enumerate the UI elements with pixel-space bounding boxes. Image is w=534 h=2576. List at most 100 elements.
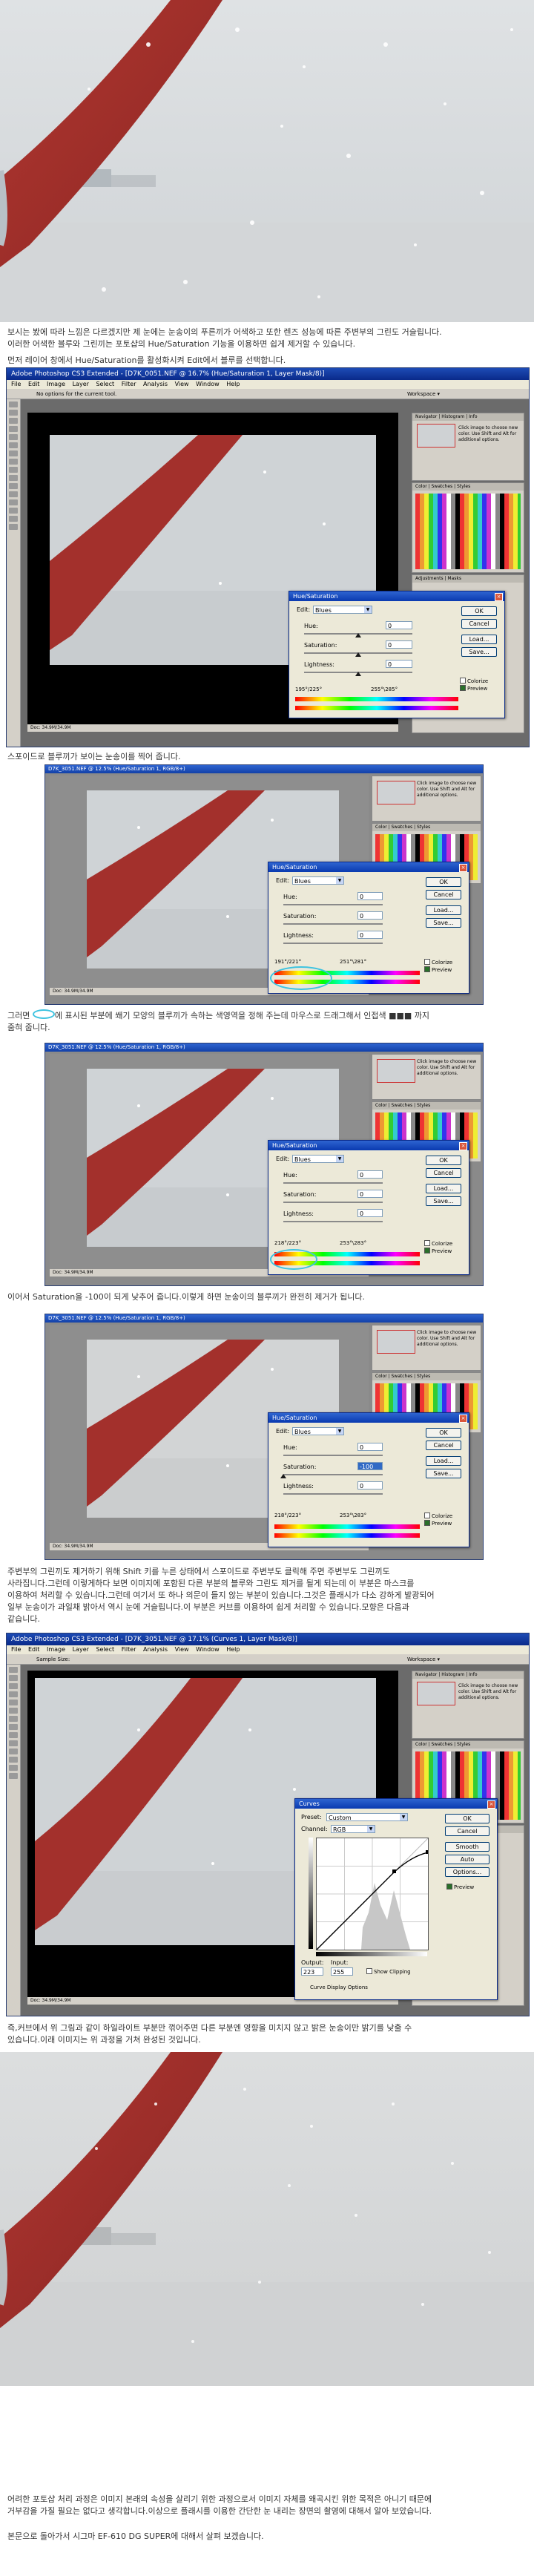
channel-select[interactable]: RGB ▼ [331,1825,375,1833]
zoom-tool-icon[interactable] [9,1773,18,1779]
hue-slider-3[interactable] [283,1182,383,1184]
swatches-tabs-3[interactable]: Color | Swatches | Styles [372,1102,481,1110]
menu-image[interactable]: Image [47,381,65,387]
edit-select-2[interactable]: Blues ▼ [292,876,344,885]
hue-field[interactable]: 0 [386,621,412,629]
move-tool-icon[interactable] [9,1667,18,1673]
preview-checkbox[interactable]: Preview [460,685,487,692]
brush-tool-icon[interactable] [9,1716,18,1722]
close-icon[interactable]: × [487,1800,495,1809]
menu-window-5[interactable]: Window [196,1646,220,1653]
curves-cancel-button[interactable]: Cancel [445,1826,490,1836]
navigator-thumbnail-2[interactable] [377,781,415,804]
swatches-tabs[interactable]: Color | Swatches | Styles [412,483,524,491]
edit-select-4[interactable]: Blues ▼ [292,1427,344,1435]
output-field[interactable]: 223 [301,1967,323,1976]
smooth-button[interactable]: Smooth [445,1842,490,1852]
save-button-3[interactable]: Save... [426,1196,461,1206]
type-tool-icon[interactable] [9,1757,18,1763]
navigator-thumbnail-3[interactable] [377,1059,415,1083]
ok-button[interactable]: OK [461,606,497,616]
menu-help-5[interactable]: Help [226,1646,240,1653]
preview-checkbox-4[interactable]: Preview [424,1520,452,1527]
hand-tool-icon[interactable] [9,516,18,522]
hue-slider-2[interactable] [283,904,383,905]
close-icon[interactable]: × [495,593,503,601]
preview-checkbox-3[interactable]: Preview [424,1248,452,1254]
brush-tool-icon[interactable] [9,450,18,456]
saturation-slider-3[interactable] [283,1202,383,1203]
saturation-slider-4[interactable] [283,1474,383,1475]
menu-view[interactable]: View [175,381,189,387]
saturation-field[interactable]: 0 [386,640,412,649]
menu-filter-5[interactable]: Filter [122,1646,136,1653]
wand-tool-icon[interactable] [9,1691,18,1697]
navigator-tabs[interactable]: Navigator | Histogram | Info [412,413,524,421]
menu-filter[interactable]: Filter [122,381,136,387]
move-tool-icon[interactable] [9,402,18,407]
gradient-tool-icon[interactable] [9,483,18,489]
saturation-field-2[interactable]: 0 [357,911,383,920]
menu-analysis-5[interactable]: Analysis [143,1646,168,1653]
workspace-button-5[interactable]: Workspace ▾ [407,1654,440,1665]
lasso-tool-icon[interactable] [9,1683,18,1689]
colorize-checkbox-3[interactable]: Colorize [424,1240,452,1247]
input-field[interactable]: 255 [331,1967,353,1976]
hue-slider-4[interactable] [283,1455,383,1456]
save-button-2[interactable]: Save... [426,918,461,928]
menu-file-5[interactable]: File [11,1646,21,1653]
navigator-tabs-5[interactable]: Navigator | Histogram | Info [412,1671,524,1679]
load-button[interactable]: Load... [461,635,497,644]
marquee-tool-icon[interactable] [9,410,18,416]
hue-range-bar-bottom[interactable] [295,706,458,710]
curve-graph[interactable] [316,1838,429,1950]
colorize-checkbox-2[interactable]: Colorize [424,959,452,966]
curves-preview-checkbox[interactable]: Preview [446,1884,474,1890]
menu-help[interactable]: Help [226,381,240,387]
crop-tool-icon[interactable] [9,1700,18,1705]
saturation-field-4[interactable]: -100 [357,1462,383,1470]
gradient-tool-icon[interactable] [9,1740,18,1746]
navigator-thumbnail-5[interactable] [417,1682,455,1705]
eraser-tool-icon[interactable] [9,1732,18,1738]
swatches-tabs-5[interactable]: Color | Swatches | Styles [412,1741,524,1749]
eyedropper-tool-icon[interactable] [9,1708,18,1714]
menu-select-5[interactable]: Select [96,1646,114,1653]
menu-analysis[interactable]: Analysis [143,381,168,387]
lightness-slider-2[interactable] [283,943,383,944]
swatches-tabs-2[interactable]: Color | Swatches | Styles [372,824,481,831]
colorize-checkbox-4[interactable]: Colorize [424,1513,452,1519]
menu-window[interactable]: Window [196,381,220,387]
hue-field-4[interactable]: 0 [357,1443,383,1451]
menu-file[interactable]: File [11,381,21,387]
zoom-tool-icon[interactable] [9,524,18,530]
cancel-button-2[interactable]: Cancel [426,890,461,899]
cancel-button-4[interactable]: Cancel [426,1441,461,1450]
save-button[interactable]: Save... [461,647,497,657]
navigator-thumbnail[interactable] [417,424,455,448]
lightness-field[interactable]: 0 [386,660,412,668]
options-button[interactable]: Options... [445,1867,490,1877]
menu-layer-5[interactable]: Layer [73,1646,89,1653]
hue-field-3[interactable]: 0 [357,1170,383,1179]
cancel-button[interactable]: Cancel [461,619,497,629]
adjustments-tabs[interactable]: Adjustments | Masks [412,575,524,583]
load-button-2[interactable]: Load... [426,905,461,915]
close-icon[interactable]: × [459,1415,467,1423]
type-tool-icon[interactable] [9,508,18,514]
lightness-slider-knob[interactable] [355,672,361,676]
saturation-slider-2[interactable] [283,923,383,925]
menu-select[interactable]: Select [96,381,114,387]
ok-button-3[interactable]: OK [426,1156,461,1165]
lightness-slider-4[interactable] [283,1493,383,1495]
marquee-tool-icon[interactable] [9,1675,18,1681]
heal-tool-icon[interactable] [9,442,18,448]
menu-image-5[interactable]: Image [47,1646,65,1653]
navigator-thumbnail-4[interactable] [377,1330,415,1354]
load-button-4[interactable]: Load... [426,1456,461,1466]
lightness-field-3[interactable]: 0 [357,1209,383,1217]
cancel-button-3[interactable]: Cancel [426,1168,461,1178]
swatch-grid[interactable] [415,494,521,569]
pen-tool-icon[interactable] [9,1749,18,1754]
close-icon[interactable]: × [459,864,467,872]
